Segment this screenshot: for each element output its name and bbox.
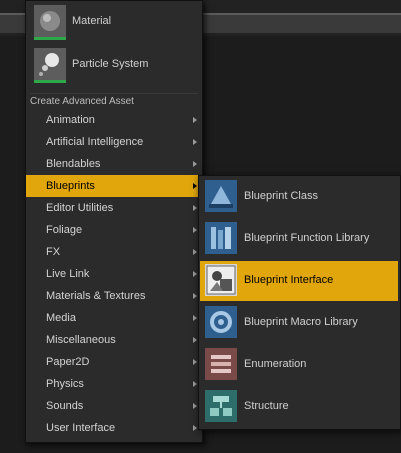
submenu-item-label: Enumeration — [244, 358, 307, 370]
submenu-item-label: Blueprint Function Library — [244, 232, 370, 244]
menu-item-label: Artificial Intelligence — [46, 136, 144, 148]
menu-item-label: Blendables — [46, 158, 101, 170]
menu-item-label: Animation — [46, 114, 95, 126]
menu-item-label: Physics — [46, 378, 84, 390]
submenu-item-structure[interactable]: Structure — [200, 387, 398, 427]
menu-item-label: Paper2D — [46, 356, 90, 368]
chevron-right-icon — [193, 315, 197, 321]
menu-item-label: Media — [46, 312, 76, 324]
menu-item-artificial-intelligence[interactable]: Artificial Intelligence — [26, 131, 202, 153]
chevron-right-icon — [193, 425, 197, 431]
submenu-item-label: Blueprint Macro Library — [244, 316, 358, 328]
menu-item-label: FX — [46, 246, 61, 258]
blueprint-interface-icon — [205, 264, 237, 296]
category-list: Animation Artificial Intelligence Blenda… — [26, 109, 202, 439]
menu-item-physics[interactable]: Physics — [26, 373, 202, 395]
submenu-item-label: Blueprint Interface — [244, 274, 334, 286]
menu-item-blueprints[interactable]: Blueprints — [26, 175, 202, 197]
menu-item-miscellaneous[interactable]: Miscellaneous — [26, 329, 202, 351]
submenu-item-enumeration[interactable]: Enumeration — [200, 345, 398, 385]
menu-item-materials-textures[interactable]: Materials & Textures — [26, 285, 202, 307]
menu-item-label: Live Link — [46, 268, 90, 280]
asset-particle-system[interactable]: Particle System — [30, 46, 198, 88]
chevron-right-icon — [193, 183, 197, 189]
chevron-right-icon — [193, 337, 197, 343]
material-icon — [34, 5, 66, 40]
chevron-right-icon — [193, 117, 197, 123]
submenu-item-label: Blueprint Class — [244, 190, 318, 202]
menu-item-paper2d[interactable]: Paper2D — [26, 351, 202, 373]
menu-item-media[interactable]: Media — [26, 307, 202, 329]
menu-item-blendables[interactable]: Blendables — [26, 153, 202, 175]
menu-item-label: Sounds — [46, 400, 84, 412]
blueprint-macro-library-icon — [205, 306, 237, 338]
menu-item-sounds[interactable]: Sounds — [26, 395, 202, 417]
chevron-right-icon — [193, 293, 197, 299]
blueprint-function-library-icon — [205, 222, 237, 254]
menu-item-label: Materials & Textures — [46, 290, 146, 302]
menu-item-label: Miscellaneous — [46, 334, 116, 346]
chevron-right-icon — [193, 161, 197, 167]
chevron-right-icon — [193, 359, 197, 365]
submenu-item-blueprint-class[interactable]: Blueprint Class — [200, 177, 398, 217]
submenu-item-blueprint-function-library[interactable]: Blueprint Function Library — [200, 219, 398, 259]
menu-item-label: Editor Utilities — [46, 202, 114, 214]
asset-material[interactable]: Material — [30, 3, 198, 45]
chevron-right-icon — [193, 271, 197, 277]
menu-item-editor-utilities[interactable]: Editor Utilities — [26, 197, 202, 219]
asset-label: Particle System — [72, 58, 149, 70]
enumeration-icon — [205, 348, 237, 380]
submenu-item-blueprint-interface[interactable]: Blueprint Interface — [200, 261, 398, 301]
particle-system-icon — [34, 48, 66, 83]
menu-item-live-link[interactable]: Live Link — [26, 263, 202, 285]
chevron-right-icon — [193, 205, 197, 211]
menu-item-fx[interactable]: FX — [26, 241, 202, 263]
submenu-item-label: Structure — [244, 400, 289, 412]
structure-icon — [205, 390, 237, 422]
menu-item-label: User Interface — [46, 422, 116, 434]
asset-label: Material — [72, 15, 112, 27]
chevron-right-icon — [193, 403, 197, 409]
menu-item-label: Blueprints — [46, 180, 95, 192]
menu-item-foliage[interactable]: Foliage — [26, 219, 202, 241]
menu-item-label: Foliage — [46, 224, 83, 236]
menu-item-animation[interactable]: Animation — [26, 109, 202, 131]
section-header: Create Advanced Asset — [30, 93, 198, 109]
chevron-right-icon — [193, 139, 197, 145]
submenu-item-blueprint-macro-library[interactable]: Blueprint Macro Library — [200, 303, 398, 343]
menu-item-user-interface[interactable]: User Interface — [26, 417, 202, 439]
blueprint-class-icon — [205, 180, 237, 212]
create-asset-menu: Material Particle System Create Advanced… — [25, 0, 203, 443]
chevron-right-icon — [193, 249, 197, 255]
chevron-right-icon — [193, 381, 197, 387]
blueprints-submenu: Blueprint Class Blueprint Function Libra… — [198, 175, 401, 430]
chevron-right-icon — [193, 227, 197, 233]
